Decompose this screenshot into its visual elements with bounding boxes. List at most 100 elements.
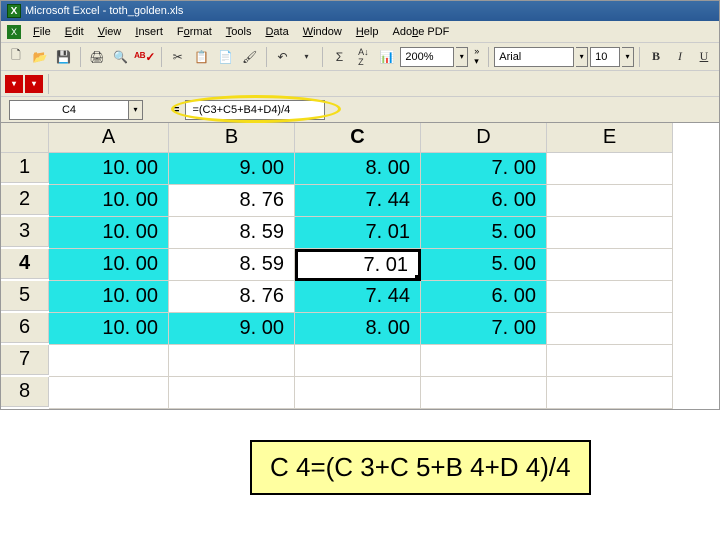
- font-dropdown-icon[interactable]: ▾: [576, 47, 588, 67]
- pdf-convert-icon[interactable]: ▾: [5, 75, 23, 93]
- cell-a8[interactable]: [49, 377, 169, 409]
- print-icon[interactable]: 🖨: [86, 46, 108, 68]
- cell-e1[interactable]: [547, 153, 673, 185]
- menu-adobe-pdf[interactable]: Adobe PDF: [386, 24, 455, 40]
- zoom-input[interactable]: 200%: [400, 47, 454, 67]
- menu-data[interactable]: Data: [259, 24, 294, 40]
- menu-file[interactable]: File: [27, 24, 57, 40]
- col-header-c[interactable]: C: [295, 123, 421, 153]
- cell-b4[interactable]: 8. 59: [169, 249, 295, 281]
- cell-c6[interactable]: 8. 00: [295, 313, 421, 345]
- paste-icon[interactable]: 📄: [215, 46, 237, 68]
- menu-tools[interactable]: Tools: [220, 24, 258, 40]
- row-header-6[interactable]: 6: [1, 313, 49, 343]
- cell-d6[interactable]: 7. 00: [421, 313, 547, 345]
- menu-view[interactable]: View: [92, 24, 128, 40]
- toolbar-expand-icon[interactable]: »▾: [470, 46, 483, 67]
- zoom-dropdown-icon[interactable]: ▾: [456, 47, 468, 67]
- row-header-8[interactable]: 8: [1, 377, 49, 407]
- cell-c1[interactable]: 8. 00: [295, 153, 421, 185]
- menu-insert[interactable]: Insert: [129, 24, 169, 40]
- col-header-a[interactable]: A: [49, 123, 169, 153]
- bold-button[interactable]: B: [645, 46, 667, 68]
- menu-help[interactable]: Help: [350, 24, 385, 40]
- format-painter-icon[interactable]: 🖌: [239, 46, 261, 68]
- new-icon[interactable]: 🗋: [5, 46, 27, 68]
- cell-b7[interactable]: [169, 345, 295, 377]
- separator: [266, 47, 267, 67]
- formula-input[interactable]: =(C3+C5+B4+D4)/4: [185, 100, 325, 120]
- cell-c2[interactable]: 7. 44: [295, 185, 421, 217]
- save-icon[interactable]: 💾: [53, 46, 75, 68]
- cell-b2[interactable]: 8. 76: [169, 185, 295, 217]
- cell-d5[interactable]: 6. 00: [421, 281, 547, 313]
- cell-d3[interactable]: 5. 00: [421, 217, 547, 249]
- autosum-icon[interactable]: Σ: [328, 46, 350, 68]
- cell-e7[interactable]: [547, 345, 673, 377]
- worksheet: A B C D E 1 10. 00 9. 00 8. 00 7. 00 2 1…: [1, 123, 719, 409]
- row-header-5[interactable]: 5: [1, 281, 49, 311]
- cell-b3[interactable]: 8. 59: [169, 217, 295, 249]
- undo-dropdown-icon[interactable]: ▾: [296, 46, 318, 68]
- separator: [639, 47, 640, 67]
- cell-a2[interactable]: 10. 00: [49, 185, 169, 217]
- menu-edit[interactable]: Edit: [59, 24, 90, 40]
- cell-e3[interactable]: [547, 217, 673, 249]
- menu-window[interactable]: Window: [297, 24, 348, 40]
- underline-button[interactable]: U: [693, 46, 715, 68]
- cell-d8[interactable]: [421, 377, 547, 409]
- preview-icon[interactable]: 🔍: [110, 46, 132, 68]
- cell-b6[interactable]: 9. 00: [169, 313, 295, 345]
- cell-c4-selected[interactable]: 7. 01: [295, 249, 421, 281]
- cell-e5[interactable]: [547, 281, 673, 313]
- cell-c8[interactable]: [295, 377, 421, 409]
- chart-icon[interactable]: 📊: [376, 46, 398, 68]
- sort-icon[interactable]: A↓Z: [352, 46, 374, 68]
- cell-d4[interactable]: 5. 00: [421, 249, 547, 281]
- italic-button[interactable]: I: [669, 46, 691, 68]
- cell-c5[interactable]: 7. 44: [295, 281, 421, 313]
- col-header-d[interactable]: D: [421, 123, 547, 153]
- cell-b8[interactable]: [169, 377, 295, 409]
- font-size-input[interactable]: 10: [590, 47, 620, 67]
- cell-a6[interactable]: 10. 00: [49, 313, 169, 345]
- row-header-2[interactable]: 2: [1, 185, 49, 215]
- row-header-3[interactable]: 3: [1, 217, 49, 247]
- titlebar: X Microsoft Excel - toth_golden.xls: [1, 1, 719, 21]
- spell-icon[interactable]: ᴬᴮ✓: [134, 46, 156, 68]
- cell-d7[interactable]: [421, 345, 547, 377]
- font-size-dropdown-icon[interactable]: ▾: [622, 47, 634, 67]
- cell-a7[interactable]: [49, 345, 169, 377]
- row-header-1[interactable]: 1: [1, 153, 49, 183]
- cell-e4[interactable]: [547, 249, 673, 281]
- cell-c7[interactable]: [295, 345, 421, 377]
- menu-format[interactable]: Format: [171, 24, 218, 40]
- select-all-corner[interactable]: [1, 123, 49, 153]
- cell-e6[interactable]: [547, 313, 673, 345]
- cut-icon[interactable]: ✂: [167, 46, 189, 68]
- font-input[interactable]: Arial: [494, 47, 574, 67]
- cell-b1[interactable]: 9. 00: [169, 153, 295, 185]
- name-box-input[interactable]: C4: [9, 100, 129, 120]
- row-header-4[interactable]: 4: [1, 249, 49, 279]
- cell-c3[interactable]: 7. 01: [295, 217, 421, 249]
- col-header-b[interactable]: B: [169, 123, 295, 153]
- cell-d2[interactable]: 6. 00: [421, 185, 547, 217]
- cell-e8[interactable]: [547, 377, 673, 409]
- open-icon[interactable]: 📂: [29, 46, 51, 68]
- copy-icon[interactable]: 📋: [191, 46, 213, 68]
- cell-d1[interactable]: 7. 00: [421, 153, 547, 185]
- separator: [48, 74, 49, 94]
- separator: [161, 47, 162, 67]
- cell-b5[interactable]: 8. 76: [169, 281, 295, 313]
- name-box-dropdown-icon[interactable]: ▾: [129, 100, 143, 120]
- cell-a5[interactable]: 10. 00: [49, 281, 169, 313]
- row-header-7[interactable]: 7: [1, 345, 49, 375]
- cell-a4[interactable]: 10. 00: [49, 249, 169, 281]
- col-header-e[interactable]: E: [547, 123, 673, 153]
- pdf-email-icon[interactable]: ▾: [25, 75, 43, 93]
- undo-icon[interactable]: ↶: [272, 46, 294, 68]
- cell-a3[interactable]: 10. 00: [49, 217, 169, 249]
- cell-a1[interactable]: 10. 00: [49, 153, 169, 185]
- cell-e2[interactable]: [547, 185, 673, 217]
